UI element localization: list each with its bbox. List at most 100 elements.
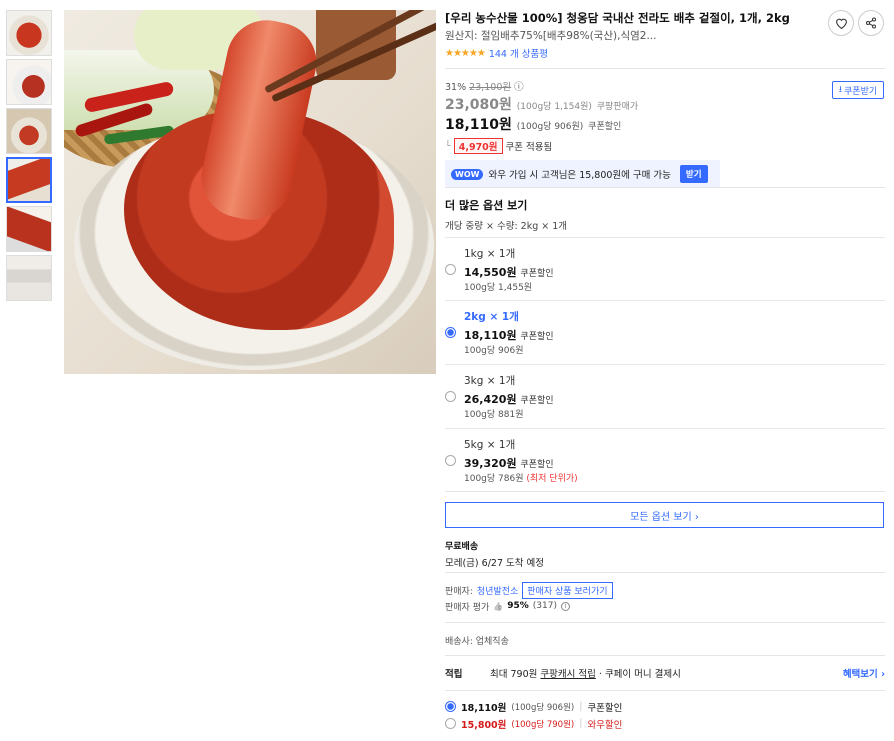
coupon-applied-text: 쿠폰 적용됨 bbox=[505, 142, 553, 153]
option-price-row: 39,320원 쿠폰할인 bbox=[464, 455, 554, 471]
thumbnail-image bbox=[7, 256, 51, 300]
share-icon[interactable] bbox=[858, 10, 884, 36]
divider bbox=[445, 187, 885, 188]
coupon-unit-price: (100g당 906원) bbox=[516, 122, 584, 132]
payment-options: 18,110원 (100g당 906원) | 쿠폰할인 15,800원 (100… bbox=[445, 698, 885, 732]
heart-icon[interactable] bbox=[828, 10, 854, 36]
seller-row: 판매자: 청년발전소 판매자 상품 보러가기 bbox=[445, 581, 613, 599]
option-price: 14,550원 bbox=[464, 266, 517, 279]
product-main-image bbox=[64, 10, 436, 374]
seller-rating-pct: 95% bbox=[507, 601, 529, 611]
options-selected-summary: 개당 중량 × 수량: 2kg × 1개 bbox=[445, 221, 568, 232]
seller-products-button[interactable]: 판매자 상품 보러가기 bbox=[522, 581, 613, 599]
thumbs-up-icon: 👍 bbox=[493, 601, 504, 611]
product-origin: 원산지: 절임배추75%[배추98%(국산),식염2... bbox=[445, 30, 657, 42]
coupon-price-row: 18,110원 (100g당 906원) 쿠폰할인 bbox=[445, 114, 885, 134]
wow-join-button[interactable]: 받기 bbox=[679, 165, 708, 183]
coupon-download-button[interactable]: ⭳ 쿠폰받기 bbox=[832, 81, 884, 99]
option-item[interactable]: 1kg × 1개 14,550원 쿠폰할인 100g당 1,455원 bbox=[445, 237, 885, 300]
seller-rating-row: 판매자 평가 👍 95% (317) i bbox=[445, 598, 613, 614]
benefits-link[interactable]: 혜택보기 › bbox=[843, 666, 885, 680]
thumbnail-5[interactable] bbox=[6, 206, 52, 252]
option-unit-price: 100g당 786원 bbox=[464, 474, 524, 484]
thumbnail-image bbox=[7, 60, 51, 104]
thumbnail-1[interactable] bbox=[6, 10, 52, 56]
reward-cash-link[interactable]: 쿠팡캐시 적립 bbox=[540, 666, 595, 680]
option-unit-price: 100g당 906원 bbox=[464, 346, 524, 356]
branch-icon: └ bbox=[445, 140, 451, 152]
option-name: 1kg × 1개 bbox=[464, 248, 516, 260]
thumbnail-image bbox=[7, 109, 51, 153]
sale-price-row: 23,080원 (100g당 1,154원) 쿠팡판매가 bbox=[445, 94, 885, 114]
thumbnail-4[interactable] bbox=[6, 157, 52, 203]
seller-name-link[interactable]: 청년발전소 bbox=[477, 584, 518, 597]
arrival-date: 모레(금) 6/27 도착 예정 bbox=[445, 558, 544, 569]
sale-price-label: 쿠팡판매가 bbox=[596, 102, 639, 112]
option-price-tag: 쿠폰할인 bbox=[520, 396, 554, 406]
thumbnail-list bbox=[6, 10, 54, 304]
option-name: 5kg × 1개 bbox=[464, 439, 516, 451]
all-options-button[interactable]: 모든 옵션 보기 › bbox=[445, 502, 884, 528]
option-unit-price: 100g당 1,455원 bbox=[464, 283, 533, 293]
lowest-unit-badge: (최저 단위가) bbox=[526, 474, 578, 484]
option-radio[interactable] bbox=[445, 391, 456, 402]
discount-row: 31% 23,100원 ⓘ bbox=[445, 79, 885, 93]
separator: | bbox=[579, 701, 583, 712]
seller-label: 판매자: bbox=[445, 586, 473, 597]
payment-radio[interactable] bbox=[445, 701, 456, 712]
info-icon[interactable]: ⓘ bbox=[514, 82, 524, 93]
thumbnail-2[interactable] bbox=[6, 59, 52, 105]
coupon-download-label: 쿠폰받기 bbox=[844, 86, 878, 97]
discount-rate: 31% bbox=[445, 82, 467, 93]
original-price: 23,100원 bbox=[469, 82, 512, 93]
thumbnail-6[interactable] bbox=[6, 255, 52, 301]
divider bbox=[445, 68, 885, 69]
options-title: 더 많은 옵션 보기 bbox=[445, 199, 528, 212]
divider bbox=[445, 655, 885, 656]
payment-unit-price: (100g당 906원) bbox=[511, 702, 575, 713]
option-price-tag: 쿠폰할인 bbox=[520, 460, 554, 470]
product-title: [우리 농수산물 100%] 청옹담 국내산 전라도 배추 겉절이, 1개, 2… bbox=[445, 11, 790, 25]
payment-tag: 와우할인 bbox=[587, 719, 623, 731]
payment-radio[interactable] bbox=[445, 718, 456, 729]
payment-option[interactable]: 18,110원 (100g당 906원) | 쿠폰할인 bbox=[445, 698, 885, 715]
info-icon[interactable]: i bbox=[560, 601, 570, 611]
thumbnail-image bbox=[7, 11, 51, 55]
rating-row: ★★★★★ 144 개 상품평 bbox=[445, 46, 885, 61]
divider bbox=[445, 622, 885, 623]
option-radio[interactable] bbox=[445, 455, 456, 466]
option-radio[interactable] bbox=[445, 327, 456, 338]
reward-row: 적립 최대 790원 쿠팡캐시 적립 · 쿠페이 머니 결제시 혜택보기 › bbox=[445, 666, 885, 680]
product-info: [우리 농수산물 100%] 청옹담 국내산 전라도 배추 겉절이, 1개, 2… bbox=[445, 10, 885, 60]
payment-amount: 15,800원 bbox=[461, 719, 507, 731]
option-item[interactable]: 2kg × 1개 18,110원 쿠폰할인 100g당 906원 bbox=[445, 300, 885, 363]
seller-section: 판매자: 청년발전소 판매자 상품 보러가기 판매자 평가 👍 95% (317… bbox=[445, 581, 613, 614]
payment-option[interactable]: 15,800원 (100g당 790원) | 와우할인 bbox=[445, 715, 885, 732]
shipping-section: 무료배송 모레(금) 6/27 도착 예정 bbox=[445, 539, 544, 569]
divider bbox=[445, 690, 885, 691]
divider bbox=[445, 572, 885, 573]
sale-unit-price: (100g당 1,154원) bbox=[516, 102, 592, 112]
option-radio[interactable] bbox=[445, 264, 456, 275]
review-count-link[interactable]: 144 개 상품평 bbox=[489, 46, 548, 60]
courier-info: 배송사: 업체직송 bbox=[445, 637, 509, 647]
shipping-type: 무료배송 bbox=[445, 542, 479, 552]
option-item[interactable]: 3kg × 1개 26,420원 쿠폰할인 100g당 881원 bbox=[445, 364, 885, 427]
payment-amount: 18,110원 bbox=[461, 702, 507, 714]
coupon-amount-badge: 4,970원 bbox=[453, 138, 503, 154]
price-section: 31% 23,100원 ⓘ 23,080원 (100g당 1,154원) 쿠팡판… bbox=[445, 79, 885, 188]
option-price-tag: 쿠폰할인 bbox=[520, 332, 554, 342]
wow-text: 와우 가입 시 고객님은 15,800원에 구매 가능 bbox=[488, 170, 671, 181]
thumbnail-3[interactable] bbox=[6, 108, 52, 154]
option-name: 2kg × 1개 bbox=[464, 311, 519, 323]
option-price: 18,110원 bbox=[464, 329, 517, 342]
option-price-row: 18,110원 쿠폰할인 bbox=[464, 327, 554, 343]
reward-max: 최대 790원 bbox=[490, 669, 538, 680]
wow-badge: WOW bbox=[451, 168, 484, 180]
option-price-row: 26,420원 쿠폰할인 bbox=[464, 391, 554, 407]
option-price-tag: 쿠폰할인 bbox=[520, 269, 554, 279]
option-unit-price: 100g당 881원 bbox=[464, 410, 524, 420]
seller-rating-count: (317) bbox=[532, 601, 557, 611]
option-item[interactable]: 5kg × 1개 39,320원 쿠폰할인 100g당 786원 (최저 단위가… bbox=[445, 428, 885, 491]
seller-rating-label: 판매자 평가 bbox=[445, 602, 490, 613]
